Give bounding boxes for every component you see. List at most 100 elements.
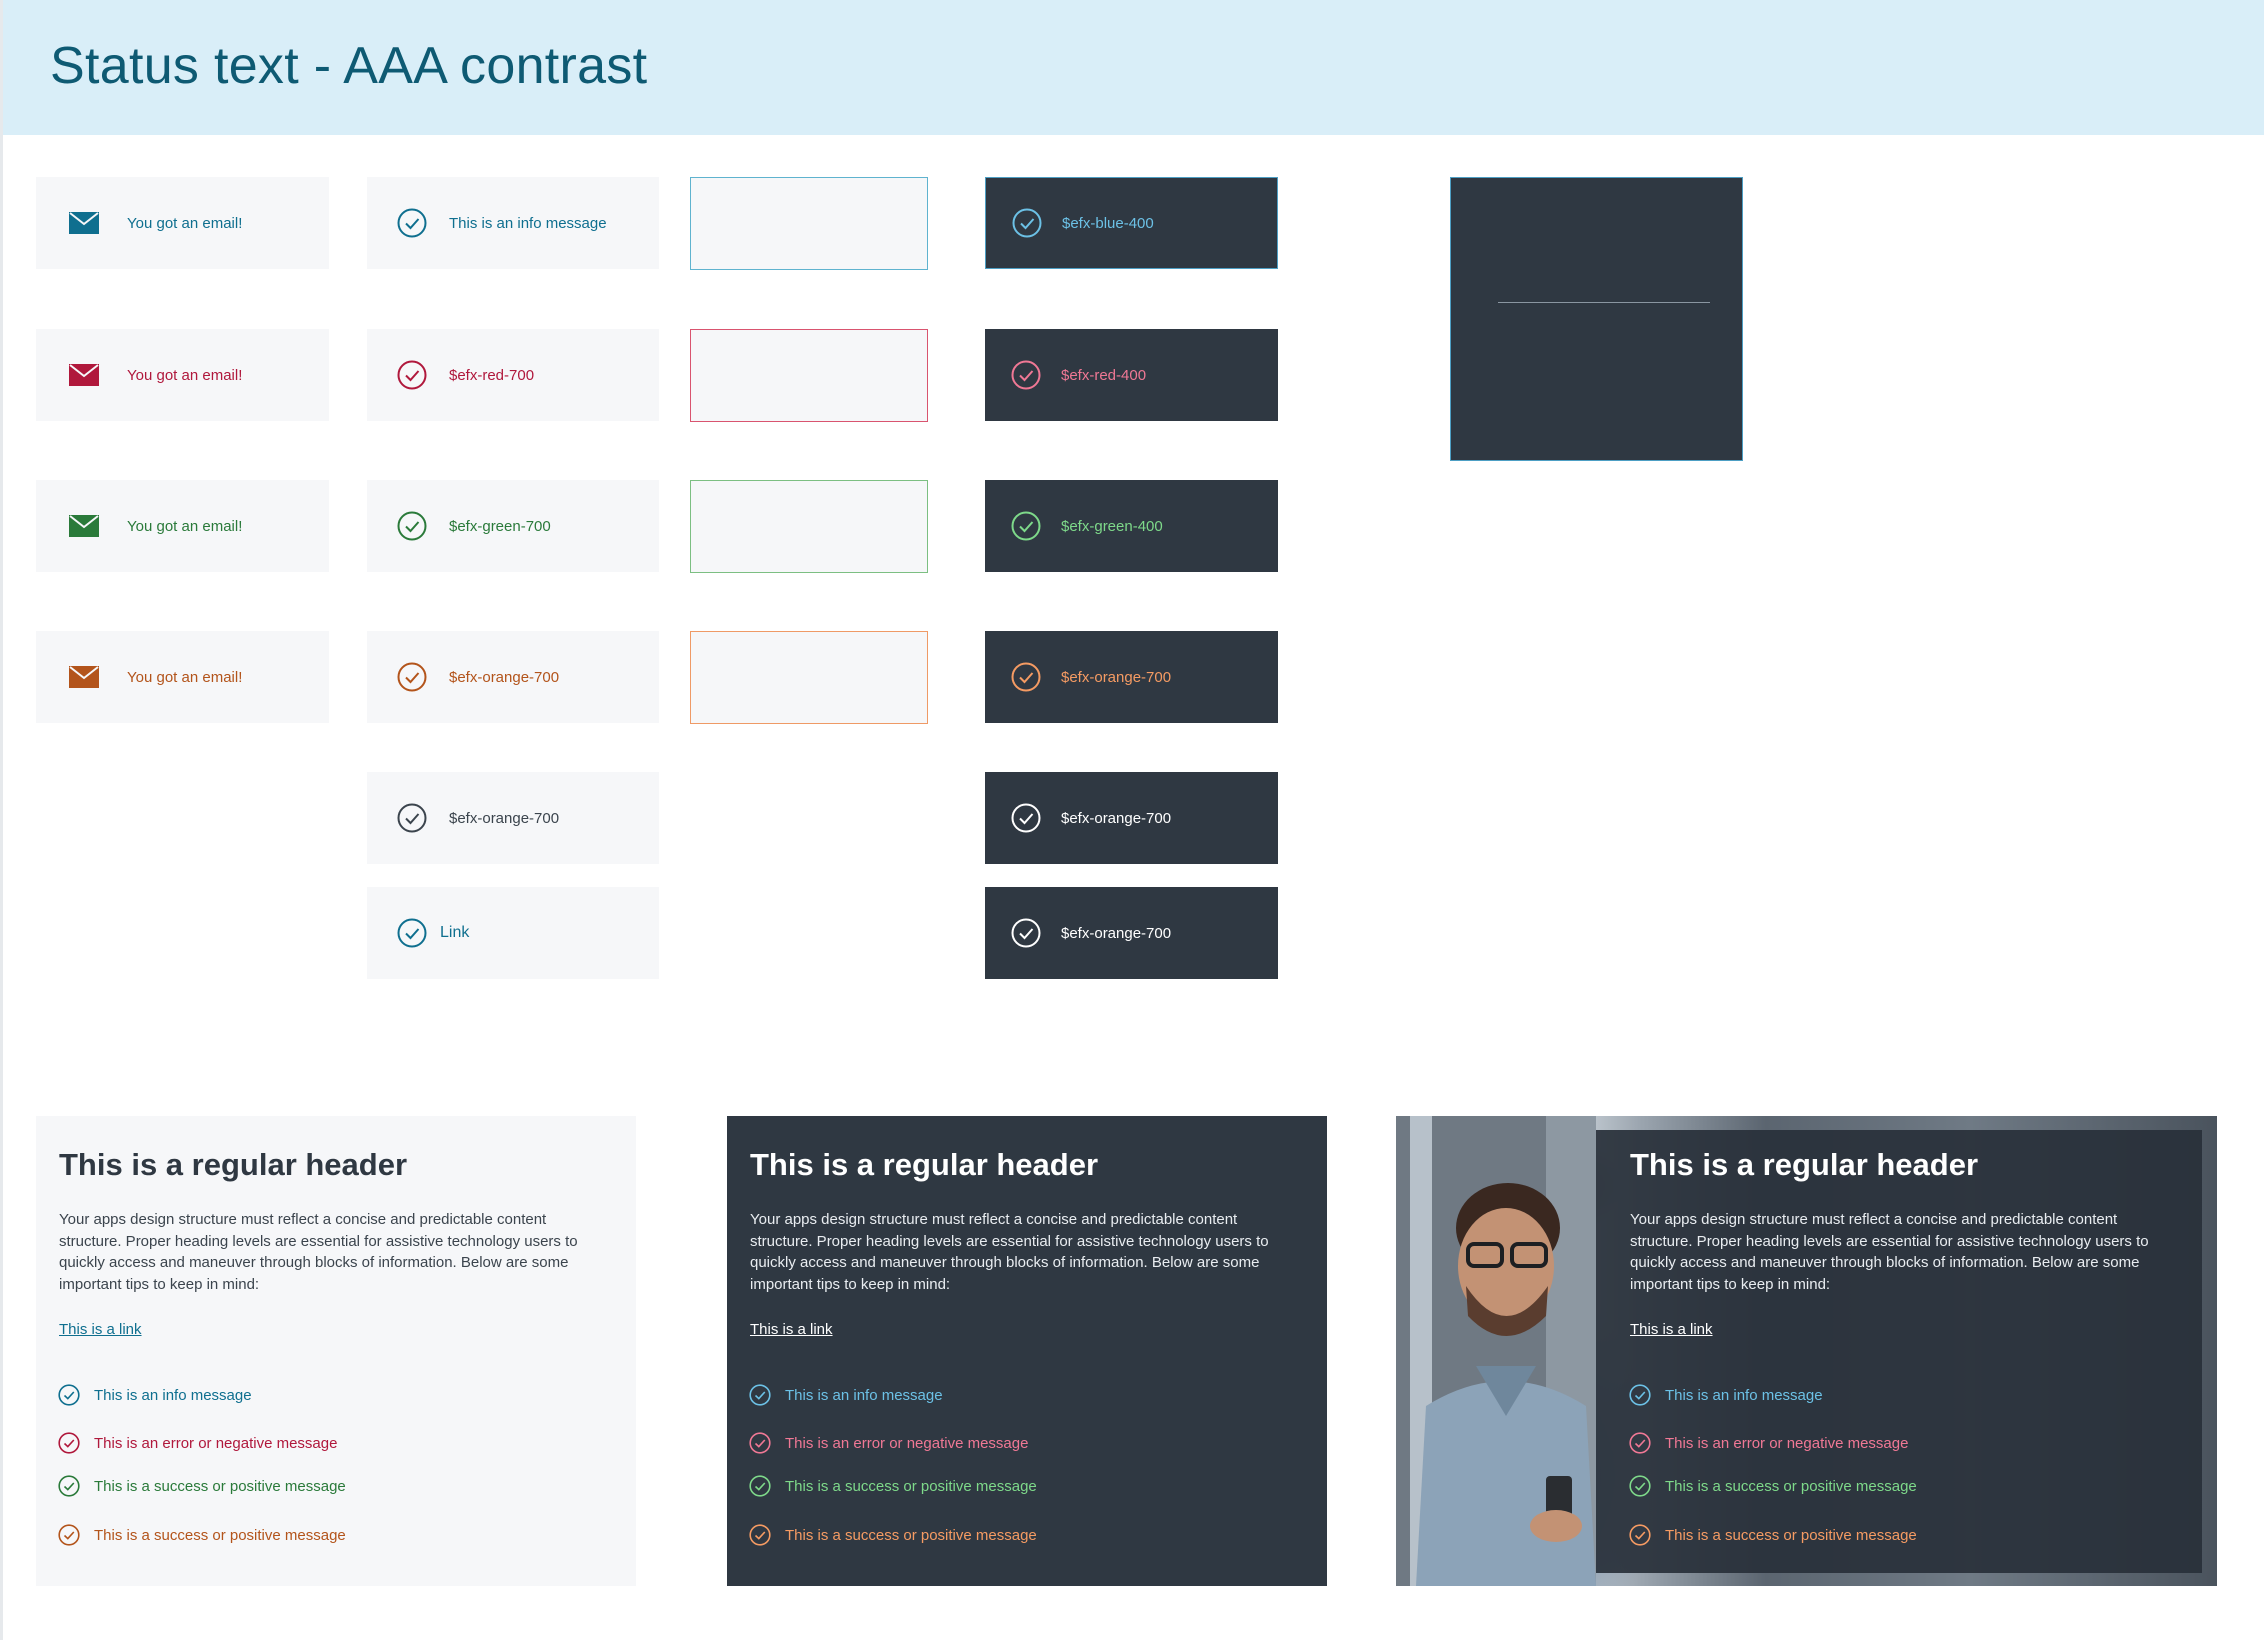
link-tile[interactable]: Link: [367, 887, 659, 979]
status-tile-label: $efx-red-700: [449, 366, 535, 384]
email-tile-label: You got an email!: [127, 366, 243, 384]
card-link[interactable]: This is a link: [59, 1321, 142, 1338]
message-label: This is a success or positive message: [785, 1526, 1037, 1544]
warning-outline-box: [690, 631, 928, 724]
check-circle-icon: [1011, 803, 1041, 833]
email-tile-label: You got an email!: [127, 517, 243, 535]
overlay-panel: [1596, 1130, 2202, 1573]
email-tile: You got an email!: [36, 480, 329, 572]
message-item: This is an info message: [749, 1384, 943, 1406]
status-tile-dark: $efx-orange-700: [985, 631, 1278, 723]
message-label: This is an info message: [94, 1386, 252, 1404]
check-circle-icon: [397, 208, 427, 238]
envelope-icon: [69, 212, 99, 234]
check-circle-icon: [1011, 662, 1041, 692]
check-circle-icon: [58, 1432, 80, 1454]
page-title: Status text - AAA contrast: [50, 37, 648, 95]
check-circle-icon: [1011, 360, 1041, 390]
card-body: Your apps design structure must reflect …: [750, 1211, 1269, 1293]
check-circle-icon: [749, 1524, 771, 1546]
status-tile-label: $efx-orange-700: [1061, 809, 1172, 827]
card-body: Your apps design structure must reflect …: [59, 1211, 578, 1293]
check-circle-icon: [1011, 511, 1041, 541]
message-label: This is an error or negative message: [1665, 1434, 1909, 1452]
message-label: This is a success or positive message: [94, 1526, 346, 1544]
check-circle-icon: [749, 1432, 771, 1454]
status-tile: $efx-orange-700: [367, 772, 659, 864]
success-outline-box: [690, 480, 928, 573]
message-item: This is an info message: [58, 1384, 252, 1406]
check-circle-icon: [397, 918, 427, 948]
status-tile-dark: $efx-green-400: [985, 480, 1278, 572]
error-outline-box: [690, 329, 928, 422]
message-label: This is an error or negative message: [94, 1434, 338, 1452]
status-tile-label: $efx-orange-700: [1061, 668, 1172, 686]
card-body: Your apps design structure must reflect …: [1630, 1211, 2149, 1293]
message-item: This is a success or positive message: [749, 1524, 1037, 1546]
envelope-icon: [69, 364, 99, 386]
status-tile: This is an info message: [367, 177, 659, 269]
message-label: This is a success or positive message: [1665, 1526, 1917, 1544]
message-label: This is a success or positive message: [785, 1477, 1037, 1495]
email-tile: You got an email!: [36, 177, 329, 269]
check-circle-icon: [397, 511, 427, 541]
status-tile-label: $efx-orange-700: [1061, 924, 1172, 942]
message-item: This is an error or negative message: [1629, 1432, 1908, 1454]
status-tile-dark: $efx-orange-700: [985, 772, 1278, 864]
message-label: This is an info message: [785, 1386, 943, 1404]
message-item: This is a success or positive message: [749, 1475, 1037, 1497]
status-tile: $efx-red-700: [367, 329, 659, 421]
divider: [1498, 302, 1710, 303]
status-tile-label: This is an info message: [449, 214, 607, 232]
message-item: This is an error or negative message: [749, 1432, 1028, 1454]
check-circle-icon: [1012, 208, 1042, 238]
message-label: This is an error or negative message: [785, 1434, 1029, 1452]
content-card-light: This is a regular header Your apps desig…: [36, 1116, 636, 1586]
info-outline-box: [690, 177, 928, 270]
check-circle-icon: [749, 1475, 771, 1497]
content-card-photo: This is a regular header Your apps desig…: [1396, 1116, 2217, 1586]
status-tile: $efx-green-700: [367, 480, 659, 572]
card-header: This is a regular header: [750, 1147, 1099, 1182]
check-circle-icon: [1629, 1475, 1651, 1497]
dark-sample-panel: [1450, 177, 1743, 461]
check-circle-icon: [397, 662, 427, 692]
message-item: This is a success or positive message: [58, 1475, 346, 1497]
message-item: This is a success or positive message: [1629, 1524, 1917, 1546]
status-tile-label: $efx-red-400: [1061, 366, 1147, 384]
email-tile: You got an email!: [36, 329, 329, 421]
check-circle-icon: [397, 803, 427, 833]
status-tile-label: $efx-green-400: [1061, 517, 1163, 535]
card-link[interactable]: This is a link: [750, 1321, 833, 1338]
message-item: This is a success or positive message: [58, 1524, 346, 1546]
message-item: This is a success or positive message: [1629, 1475, 1917, 1497]
link-label[interactable]: Link: [440, 924, 469, 942]
status-tile-label: $efx-green-700: [449, 517, 551, 535]
message-label: This is a success or positive message: [94, 1477, 346, 1495]
status-tile-label: $efx-orange-700: [449, 809, 560, 827]
message-label: This is a success or positive message: [1665, 1477, 1917, 1495]
message-label: This is an info message: [1665, 1386, 1823, 1404]
status-tile-dark: $efx-blue-400: [985, 177, 1278, 269]
envelope-icon: [69, 515, 99, 537]
check-circle-icon: [1629, 1432, 1651, 1454]
check-circle-icon: [1629, 1524, 1651, 1546]
status-tile: $efx-orange-700: [367, 631, 659, 723]
check-circle-icon: [1629, 1384, 1651, 1406]
card-header: This is a regular header: [1630, 1147, 1979, 1182]
card-link[interactable]: This is a link: [1630, 1321, 1713, 1338]
status-tile-dark: $efx-orange-700: [985, 887, 1278, 979]
message-item: This is an error or negative message: [58, 1432, 337, 1454]
status-tile-label: $efx-orange-700: [449, 668, 560, 686]
card-header: This is a regular header: [59, 1147, 408, 1182]
envelope-icon: [69, 666, 99, 688]
check-circle-icon: [58, 1524, 80, 1546]
check-circle-icon: [1011, 918, 1041, 948]
email-tile: You got an email!: [36, 631, 329, 723]
page-header: Status text - AAA contrast: [3, 0, 2264, 135]
check-circle-icon: [749, 1384, 771, 1406]
status-tile-label: $efx-blue-400: [1062, 214, 1154, 232]
person-photo-illustration: [1396, 1116, 1596, 1586]
check-circle-icon: [397, 360, 427, 390]
page-edge: [0, 0, 3, 1640]
